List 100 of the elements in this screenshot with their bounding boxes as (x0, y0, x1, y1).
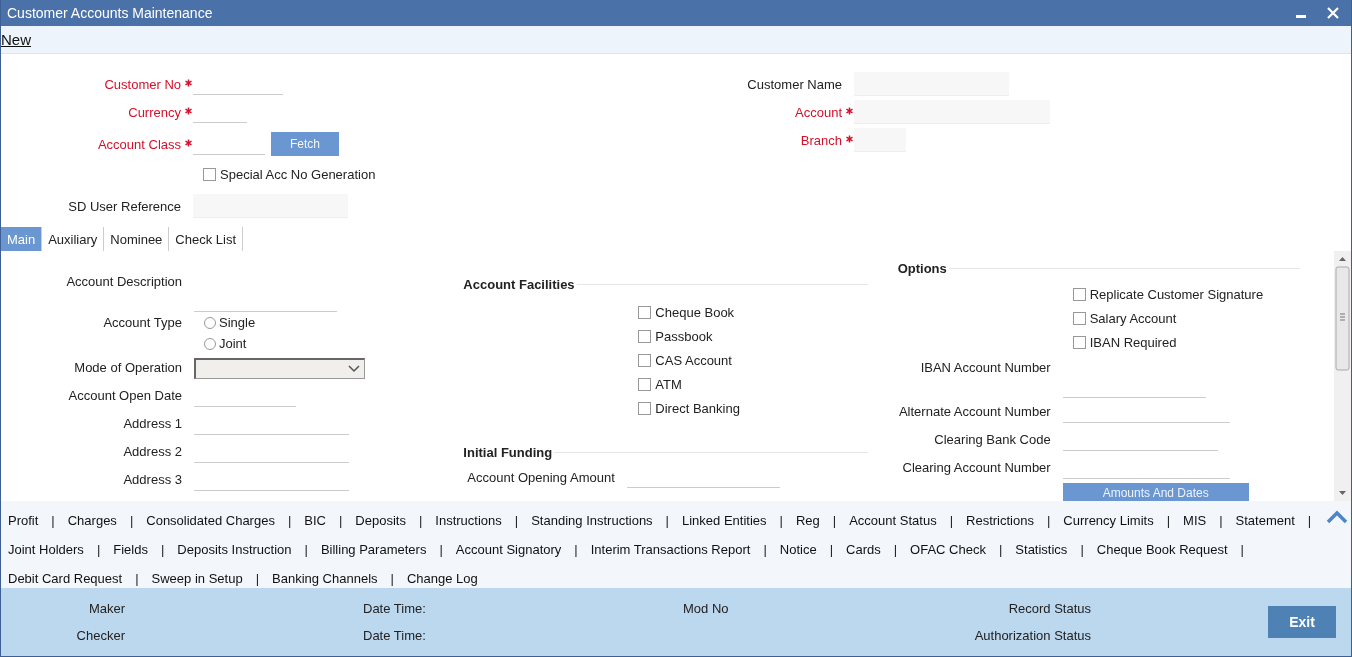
radio-label: Single (219, 315, 256, 330)
link[interactable]: Linked Entities (682, 513, 767, 528)
link[interactable]: OFAC Check (910, 542, 986, 557)
new-link[interactable]: New (1, 31, 31, 48)
link[interactable]: Deposits Instruction (177, 542, 292, 557)
field-label: Account Open Date (67, 387, 182, 405)
link[interactable]: Notice (779, 542, 817, 557)
link[interactable]: Change Log (406, 571, 478, 586)
field-label: Customer Name (747, 76, 842, 92)
footer-label: Record Status (1008, 601, 1091, 616)
exit-button[interactable]: Exit (1268, 606, 1336, 638)
link[interactable]: Statistics (1015, 542, 1068, 557)
field-label: Address 1 (122, 415, 182, 433)
separator: | (514, 513, 519, 528)
separator: | (1219, 513, 1223, 528)
link[interactable]: Account Status (849, 513, 937, 528)
separator: | (893, 542, 898, 557)
checkbox[interactable] (638, 305, 652, 319)
separator: | (1307, 513, 1312, 528)
link[interactable]: Sweep in Setup (151, 571, 243, 586)
link[interactable]: Account Signatory (455, 542, 562, 557)
separator: | (1080, 542, 1084, 557)
separator: | (439, 542, 443, 557)
section-title: Options (897, 260, 947, 276)
separator: | (160, 542, 165, 557)
radio-button[interactable] (204, 316, 216, 329)
link[interactable]: Charges (67, 513, 117, 528)
link[interactable]: Interim Transactions Report (590, 542, 751, 557)
required-icon (185, 106, 192, 115)
field-label: Account Description (65, 273, 182, 291)
checkbox[interactable] (1072, 335, 1086, 349)
scrollbar[interactable] (1334, 251, 1351, 501)
link[interactable]: Deposits (355, 513, 406, 528)
link[interactable]: Banking Channels (272, 571, 378, 586)
separator: | (287, 513, 292, 528)
link[interactable]: Billing Parameters (320, 542, 427, 557)
checkbox[interactable] (1072, 311, 1086, 325)
separator: | (949, 513, 954, 528)
footer-label: Mod No (683, 601, 729, 616)
link[interactable]: Instructions (435, 513, 502, 528)
footer-label: Authorization Status (974, 628, 1091, 643)
separator: | (665, 513, 669, 528)
link[interactable]: BIC (304, 513, 326, 528)
section-title: Initial Funding (463, 444, 553, 460)
field-label: Mode of Operation (73, 359, 182, 377)
field-label: Alternate Account Number (897, 403, 1051, 421)
link[interactable]: Joint Holders (8, 542, 84, 557)
separator: | (255, 571, 260, 586)
checkbox[interactable] (638, 401, 652, 415)
link[interactable]: Cards (846, 542, 881, 557)
field-label: IBAN Account Number (919, 359, 1051, 377)
link[interactable]: Standing Instructions (531, 513, 653, 528)
separator: | (574, 542, 578, 557)
separator: | (1046, 513, 1051, 528)
footer-label: Date Time: (363, 628, 426, 643)
checkbox[interactable] (203, 167, 216, 181)
checkbox-label: Special Acc No Generation (220, 166, 376, 182)
separator: | (96, 542, 101, 557)
separator: | (129, 513, 134, 528)
required-icon (846, 134, 853, 143)
close-icon[interactable] (1327, 7, 1339, 19)
separator: | (998, 542, 1003, 557)
field-label: Currency (128, 104, 181, 120)
link[interactable]: MIS (1183, 513, 1207, 528)
caret-icon (348, 364, 360, 373)
field-label: Clearing Account Number (901, 459, 1051, 477)
link[interactable]: Profit (8, 513, 39, 528)
checkbox-label: IBAN Required (1089, 334, 1177, 350)
separator: | (304, 542, 308, 557)
separator: | (1240, 542, 1244, 557)
separator: | (829, 542, 834, 557)
link[interactable]: Restrictions (966, 513, 1034, 528)
checkbox-label: Direct Banking (655, 400, 740, 416)
field-label: Account Type (102, 314, 182, 332)
link[interactable]: Fields (113, 542, 148, 557)
separator: | (1166, 513, 1171, 528)
link[interactable]: Cheque Book Request (1096, 542, 1228, 557)
link[interactable]: Consolidated Charges (146, 513, 275, 528)
checkbox[interactable] (638, 329, 652, 343)
checkbox[interactable] (638, 353, 652, 367)
separator: | (832, 513, 837, 528)
field-label: Account Class (97, 136, 181, 152)
link[interactable]: Reg (795, 513, 820, 528)
field-label: Clearing Bank Code (933, 431, 1051, 449)
radio-button[interactable] (204, 337, 216, 350)
checkbox[interactable] (1072, 287, 1086, 301)
checkbox-label: ATM (655, 376, 682, 392)
section-title: Account Facilities (463, 276, 575, 292)
checkbox-label: CAS Account (655, 352, 732, 368)
separator: | (135, 571, 139, 586)
chevron-up-icon[interactable] (1326, 510, 1348, 524)
separator: | (338, 513, 343, 528)
link[interactable]: Statement (1235, 513, 1295, 528)
dropdown[interactable] (194, 357, 365, 379)
link[interactable]: Debit Card Request (8, 571, 123, 586)
link[interactable]: Currency Limits (1063, 513, 1154, 528)
checkbox[interactable] (638, 377, 652, 391)
separator: | (390, 571, 394, 586)
field-label: Address 2 (122, 443, 182, 461)
field-label: Account (795, 104, 842, 120)
